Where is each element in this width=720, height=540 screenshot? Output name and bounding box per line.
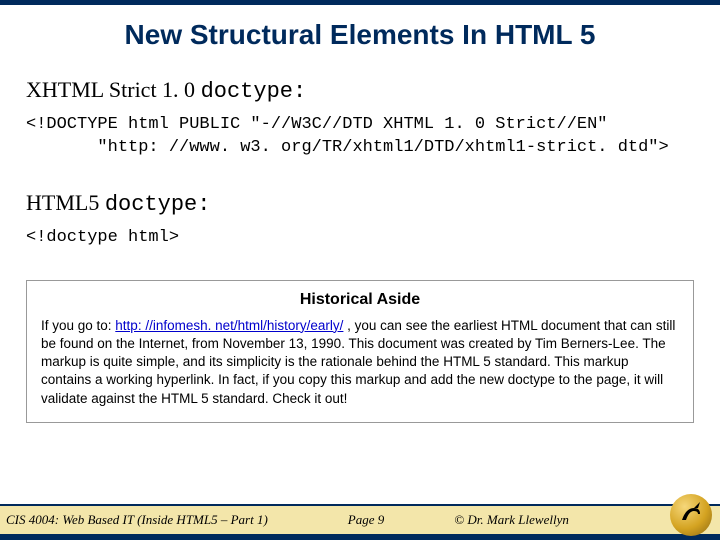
logo-circle bbox=[670, 494, 712, 536]
section2-heading: HTML5 doctype: bbox=[26, 190, 694, 217]
aside-title: Historical Aside bbox=[41, 291, 679, 309]
slide-title: New Structural Elements In HTML 5 bbox=[26, 19, 694, 51]
top-accent-bar bbox=[0, 0, 720, 5]
section2-heading-prefix: HTML5 bbox=[26, 190, 105, 215]
slide-content: New Structural Elements In HTML 5 XHTML … bbox=[0, 19, 720, 423]
aside-body-before: If you go to: bbox=[41, 318, 115, 333]
section1-heading-mono: doctype: bbox=[201, 79, 307, 104]
aside-body: If you go to: http: //infomesh. net/html… bbox=[41, 317, 679, 408]
section1-heading: XHTML Strict 1. 0 doctype: bbox=[26, 77, 694, 104]
footer-center: Page 9 bbox=[288, 512, 424, 528]
footer-bar: CIS 4004: Web Based IT (Inside HTML5 – P… bbox=[0, 504, 720, 540]
ucf-logo bbox=[670, 494, 712, 536]
aside-link[interactable]: http: //infomesh. net/html/history/early… bbox=[115, 318, 343, 333]
section1-heading-prefix: XHTML Strict 1. 0 bbox=[26, 77, 201, 102]
section2-heading-mono: doctype: bbox=[105, 192, 211, 217]
section1-code: <!DOCTYPE html PUBLIC "-//W3C//DTD XHTML… bbox=[26, 114, 694, 160]
footer-left: CIS 4004: Web Based IT (Inside HTML5 – P… bbox=[6, 512, 288, 528]
aside-box: Historical Aside If you go to: http: //i… bbox=[26, 280, 694, 423]
pegasus-icon bbox=[670, 494, 712, 536]
footer-right: © Dr. Mark Llewellyn bbox=[424, 512, 569, 528]
section2-code: <!doctype html> bbox=[26, 227, 694, 250]
